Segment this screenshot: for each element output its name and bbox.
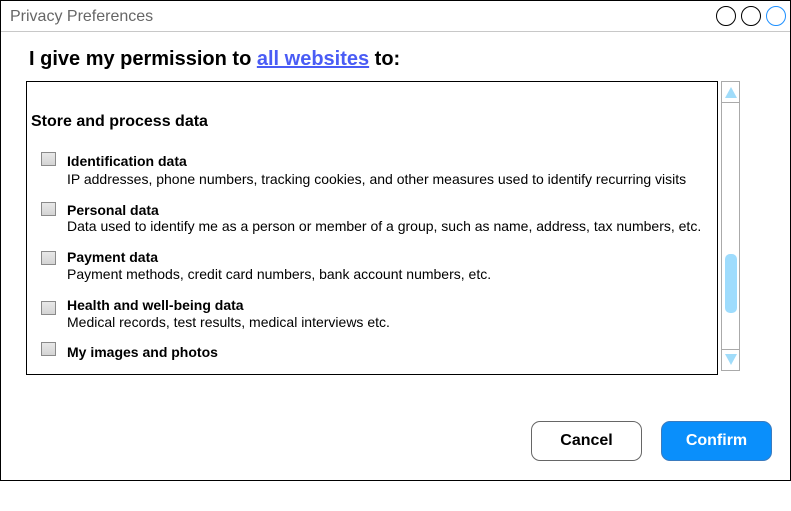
title-bar: Privacy Preferences — [1, 1, 790, 32]
identification-checkbox[interactable] — [41, 152, 56, 166]
item-description: IP addresses, phone numbers, tracking co… — [67, 171, 687, 187]
item-title: My images and photos — [67, 344, 218, 360]
personal-checkbox[interactable] — [41, 202, 56, 216]
section-title: Store and process data — [31, 113, 208, 130]
privacy-preferences-window: Privacy Preferences I give my permission… — [0, 0, 791, 481]
item-title: Personal data — [67, 202, 159, 218]
images-checkbox[interactable] — [41, 342, 56, 356]
item-description: Data used to identify me as a person or … — [67, 218, 702, 234]
all-websites-link[interactable]: all websites — [257, 48, 369, 70]
window-button-1[interactable] — [716, 6, 736, 26]
item-title: Health and well-being data — [67, 297, 244, 313]
permission-heading: I give my permission to all websites to: — [29, 48, 400, 71]
item-title: Identification data — [67, 153, 187, 169]
triangle-up-icon — [725, 87, 737, 98]
scroll-down-button[interactable] — [722, 349, 739, 370]
heading-prefix: I give my permission to — [29, 48, 257, 70]
window-button-2[interactable] — [741, 6, 761, 26]
scroll-up-button[interactable] — [722, 82, 739, 103]
window-button-3[interactable] — [766, 6, 786, 26]
item-description: Medical records, test results, medical i… — [67, 314, 390, 330]
payment-checkbox[interactable] — [41, 251, 56, 265]
confirm-button[interactable]: Confirm — [661, 421, 772, 461]
item-description: Payment methods, credit card numbers, ba… — [67, 266, 492, 282]
window-title: Privacy Preferences — [10, 8, 154, 25]
health-checkbox[interactable] — [41, 301, 56, 315]
panel-scrollbar[interactable] — [721, 81, 740, 371]
item-title: Payment data — [67, 249, 159, 265]
triangle-down-icon — [725, 354, 737, 365]
scroll-thumb[interactable] — [725, 254, 737, 313]
permissions-panel: Store and process data Identification da… — [26, 81, 718, 375]
heading-suffix: to: — [369, 48, 401, 70]
cancel-button[interactable]: Cancel — [531, 421, 642, 461]
